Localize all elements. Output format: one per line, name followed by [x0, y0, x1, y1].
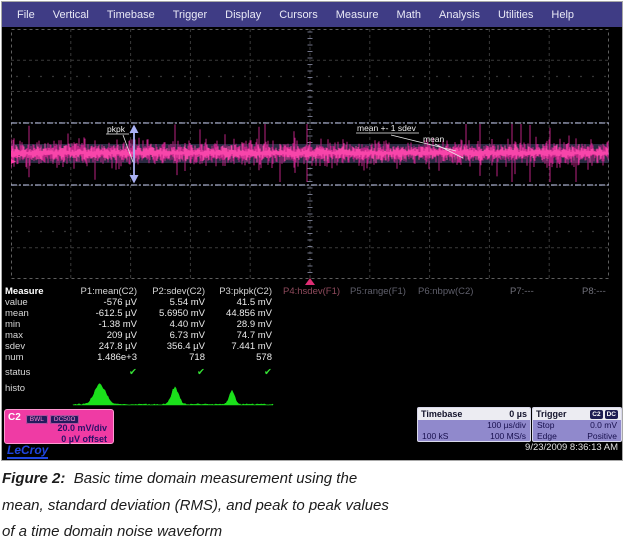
- menu-item-analysis[interactable]: Analysis: [430, 9, 489, 21]
- trigger-type: Edge: [537, 431, 557, 442]
- channel-c2-descriptor[interactable]: C2 BWLDC50Ω 20.0 mV/div 0 µV offset: [4, 409, 114, 444]
- caption-line-2: mean, standard deviation (RMS), and peak…: [2, 493, 522, 520]
- measure-row-label-histo: histo: [5, 383, 25, 394]
- oscilloscope-window: FileVerticalTimebaseTriggerDisplayCursor…: [1, 1, 623, 461]
- figure-caption: Figure 2: Basic time domain measurement …: [2, 466, 522, 546]
- trigger-badge-c2: C2: [590, 410, 602, 419]
- caption-line-3: of a time domain noise waveform: [2, 519, 522, 546]
- menu-item-display[interactable]: Display: [216, 9, 270, 21]
- menu-item-cursors[interactable]: Cursors: [270, 9, 327, 21]
- channel-badge-bwl: BWL: [26, 415, 48, 424]
- trigger-position-marker-icon[interactable]: [305, 278, 315, 285]
- timebase-samples: 100 kS: [422, 431, 448, 442]
- page: FileVerticalTimebaseTriggerDisplayCursor…: [0, 0, 624, 547]
- channel-scale: 20.0 mV/div: [5, 423, 113, 434]
- measure-row-label-mean: mean: [5, 308, 29, 319]
- param-header-p8[interactable]: P8:---: [582, 286, 606, 297]
- menu-item-file[interactable]: File: [8, 9, 44, 21]
- timebase-scale: 100 µs/div: [487, 420, 526, 431]
- timebase-delay: 0 µs: [509, 409, 527, 419]
- histogram-trace: [60, 381, 290, 408]
- timebase-rate: 100 MS/s: [490, 431, 526, 442]
- trigger-box[interactable]: Trigger C2DC Stop 0.0 mV Edge Positive: [532, 407, 622, 442]
- timebase-sampling-row: 100 kS 100 MS/s: [418, 431, 530, 442]
- measure-row-label-max: max: [5, 330, 23, 341]
- param-header-p4[interactable]: P4:hsdev(F1): [283, 286, 340, 297]
- menu-item-utilities[interactable]: Utilities: [489, 9, 542, 21]
- menu-item-trigger[interactable]: Trigger: [164, 9, 216, 21]
- measure-value-p3-max: 74.7 mV: [192, 330, 272, 341]
- menu-item-timebase[interactable]: Timebase: [98, 9, 164, 21]
- param-header-p6[interactable]: P6:nbpw(C2): [418, 286, 473, 297]
- waveform-grid: pkpk mean +- 1 sdev mean C2: [11, 29, 609, 279]
- trigger-badge-dc: DC: [605, 410, 618, 419]
- band-annotation: mean +- 1 sdev: [357, 123, 417, 133]
- measure-row-label-status: status: [5, 367, 30, 378]
- mean-annotation: mean: [423, 134, 445, 144]
- channel-c2-header: C2 BWLDC50Ω: [5, 410, 113, 423]
- trigger-type-row: Edge Positive: [533, 431, 621, 442]
- caption-line-1: Figure 2: Basic time domain measurement …: [2, 466, 522, 493]
- timebase-header: Timebase 0 µs: [418, 408, 530, 420]
- channel-label: C2: [8, 412, 21, 423]
- measure-value-p3-num: 578: [192, 352, 272, 363]
- trigger-level: 0.0 mV: [590, 420, 617, 431]
- trigger-badges: C2DC: [588, 410, 618, 419]
- pkpk-annotation: pkpk: [107, 124, 126, 134]
- trigger-title: Trigger: [536, 409, 567, 419]
- menu-item-math[interactable]: Math: [388, 9, 430, 21]
- measure-row-label-min: min: [5, 319, 20, 330]
- trigger-mode: Stop: [537, 420, 555, 431]
- menu-item-vertical[interactable]: Vertical: [44, 9, 98, 21]
- lecroy-logo: LeCroy: [7, 444, 48, 459]
- caption-label: Figure 2:: [2, 470, 65, 487]
- measure-value-p3-min: 28.9 mV: [192, 319, 272, 330]
- status-check-p3: ✔: [192, 367, 272, 378]
- timestamp: 9/23/2009 8:36:13 AM: [525, 442, 618, 453]
- menu-bar: FileVerticalTimebaseTriggerDisplayCursor…: [2, 2, 622, 27]
- trigger-header: Trigger C2DC: [533, 408, 621, 420]
- measure-row-label-value: value: [5, 297, 28, 308]
- measure-title: Measure: [5, 286, 44, 297]
- menu-item-help[interactable]: Help: [542, 9, 583, 21]
- measure-value-p3-value: 41.5 mV: [192, 297, 272, 308]
- menu-item-measure[interactable]: Measure: [327, 9, 388, 21]
- measure-value-p3-sdev: 7.441 mV: [192, 341, 272, 352]
- measure-row-label-sdev: sdev: [5, 341, 25, 352]
- measure-value-p3-mean: 44.856 mV: [192, 308, 272, 319]
- trigger-slope: Positive: [587, 431, 617, 442]
- param-header-p3[interactable]: P3:pkpk(C2): [192, 286, 272, 297]
- channel-c2-level-marker[interactable]: C2: [12, 152, 21, 159]
- trigger-mode-row: Stop 0.0 mV: [533, 420, 621, 431]
- param-header-p5[interactable]: P5:range(F1): [350, 286, 406, 297]
- param-header-p7[interactable]: P7:---: [510, 286, 534, 297]
- measure-row-label-num: num: [5, 352, 23, 363]
- timebase-scale-row: 100 µs/div: [418, 420, 530, 431]
- timebase-box[interactable]: Timebase 0 µs 100 µs/div 100 kS 100 MS/s: [417, 407, 531, 442]
- timebase-title: Timebase: [421, 409, 462, 419]
